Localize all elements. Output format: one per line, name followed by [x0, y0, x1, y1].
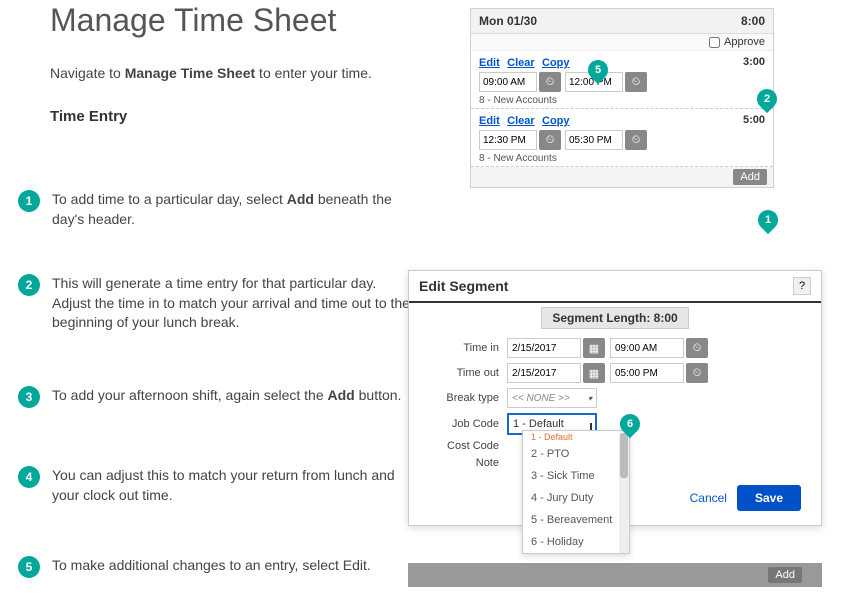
save-button[interactable]: Save [737, 485, 801, 511]
add-row: Add [471, 167, 773, 187]
edit-link[interactable]: Edit [479, 57, 500, 69]
add-button[interactable]: Add [733, 169, 767, 185]
clock-icon[interactable]: ⏲ [539, 72, 561, 92]
copy-link[interactable]: Copy [542, 115, 570, 127]
step-text: You can adjust this to match your return… [52, 466, 418, 505]
clear-link[interactable]: Clear [507, 57, 535, 69]
time-out-time[interactable] [610, 363, 684, 383]
timesheet-card: Mon 01/30 8:00 Approve Edit Clear Copy 3… [470, 8, 774, 188]
callout-num: 2 [764, 93, 770, 105]
b: Add [328, 387, 355, 403]
entry-job: 8 - New Accounts [479, 153, 765, 164]
clock-icon[interactable]: ⏲ [686, 363, 708, 383]
time-in-input[interactable] [479, 72, 537, 92]
clock-icon[interactable]: ⏲ [625, 130, 647, 150]
callout-num: 6 [627, 418, 633, 430]
segment-length-row: Segment Length: 8:00 [409, 303, 821, 333]
t: To add time to a particular day, select [52, 191, 287, 207]
break-type-select[interactable]: << NONE >> [507, 388, 597, 408]
step-text: To add your afternoon shift, again selec… [52, 386, 401, 406]
section-heading: Time Entry [50, 108, 127, 125]
entry-job: 8 - New Accounts [479, 95, 765, 106]
dropdown-option[interactable]: 5 - Bereavement [523, 509, 629, 531]
calendar-icon[interactable]: ▦ [583, 363, 605, 383]
add-button[interactable]: Add [768, 567, 802, 583]
page-title: Manage Time Sheet [50, 2, 336, 39]
break-type-label: Break type [419, 392, 507, 404]
time-out-date[interactable] [507, 363, 581, 383]
background-add-bar: Add [408, 563, 822, 587]
clock-icon[interactable]: ⏲ [686, 338, 708, 358]
copy-link[interactable]: Copy [542, 57, 570, 69]
intro-post: to enter your time. [255, 65, 372, 81]
dialog-title: Edit Segment [419, 278, 508, 294]
step-bullet: 5 [18, 556, 40, 578]
step-1: 1 To add time to a particular day, selec… [18, 190, 418, 229]
b: Add [287, 191, 314, 207]
time-in-date[interactable] [507, 338, 581, 358]
step-bullet: 1 [18, 190, 40, 212]
callout-1: 1 [754, 206, 782, 234]
step-bullet: 2 [18, 274, 40, 296]
time-in-time[interactable] [610, 338, 684, 358]
step-text: To add time to a particular day, select … [52, 190, 418, 229]
job-code-dropdown: 1 - Default 2 - PTO 3 - Sick Time 4 - Ju… [522, 430, 630, 554]
approve-row: Approve [471, 34, 773, 51]
timesheet-date: Mon 01/30 [479, 14, 537, 28]
step-text: This will generate a time entry for that… [52, 274, 418, 333]
step-2: 2 This will generate a time entry for th… [18, 274, 418, 333]
entry-duration: 3:00 [743, 56, 765, 68]
approve-checkbox[interactable] [709, 37, 720, 48]
calendar-icon[interactable]: ▦ [583, 338, 605, 358]
step-5: 5 To make additional changes to an entry… [18, 556, 418, 578]
step-bullet: 4 [18, 466, 40, 488]
note-label: Note [419, 457, 507, 469]
edit-link[interactable]: Edit [479, 115, 500, 127]
dropdown-option[interactable]: 1 - Default [523, 431, 629, 443]
intro-bold: Manage Time Sheet [125, 65, 255, 81]
t: To add your afternoon shift, again selec… [52, 387, 328, 403]
dropdown-scrollbar[interactable] [619, 431, 629, 553]
time-out-input[interactable] [565, 130, 623, 150]
time-out-label: Time out [419, 367, 507, 379]
intro-pre: Navigate to [50, 65, 125, 81]
intro-text: Navigate to Manage Time Sheet to enter y… [50, 65, 372, 81]
callout-num: 5 [595, 64, 601, 76]
time-in-label: Time in [419, 342, 507, 354]
t2: button. [355, 387, 402, 403]
step-3: 3 To add your afternoon shift, again sel… [18, 386, 418, 408]
entry-links: Edit Clear Copy [479, 113, 574, 127]
time-in-input[interactable] [479, 130, 537, 150]
time-entry: Edit Clear Copy 5:00 ⏲ ⏲ 8 - New Account… [471, 109, 773, 167]
timesheet-total: 8:00 [741, 14, 765, 28]
scrollbar-thumb[interactable] [620, 433, 628, 478]
clock-icon[interactable]: ⏲ [625, 72, 647, 92]
segment-length: Segment Length: 8:00 [541, 307, 688, 329]
approve-label: Approve [724, 36, 765, 48]
step-text: To make additional changes to an entry, … [52, 556, 371, 576]
dropdown-option[interactable]: 4 - Jury Duty [523, 487, 629, 509]
dropdown-option[interactable]: 2 - PTO [523, 443, 629, 465]
callout-num: 1 [765, 214, 771, 226]
step-bullet: 3 [18, 386, 40, 408]
help-button[interactable]: ? [793, 277, 811, 295]
cancel-button[interactable]: Cancel [690, 491, 727, 505]
step-4: 4 You can adjust this to match your retu… [18, 466, 418, 505]
clear-link[interactable]: Clear [507, 115, 535, 127]
clock-icon[interactable]: ⏲ [539, 130, 561, 150]
job-code-label: Job Code [419, 418, 507, 430]
entry-duration: 5:00 [743, 114, 765, 126]
cost-code-label: Cost Code [419, 440, 507, 452]
timesheet-header: Mon 01/30 8:00 [471, 9, 773, 34]
entry-links: Edit Clear Copy [479, 55, 574, 69]
time-entry: Edit Clear Copy 3:00 ⏲ ⏲ 8 - New Account… [471, 51, 773, 109]
dropdown-option[interactable]: 6 - Holiday [523, 531, 629, 553]
dropdown-option[interactable]: 3 - Sick Time [523, 465, 629, 487]
